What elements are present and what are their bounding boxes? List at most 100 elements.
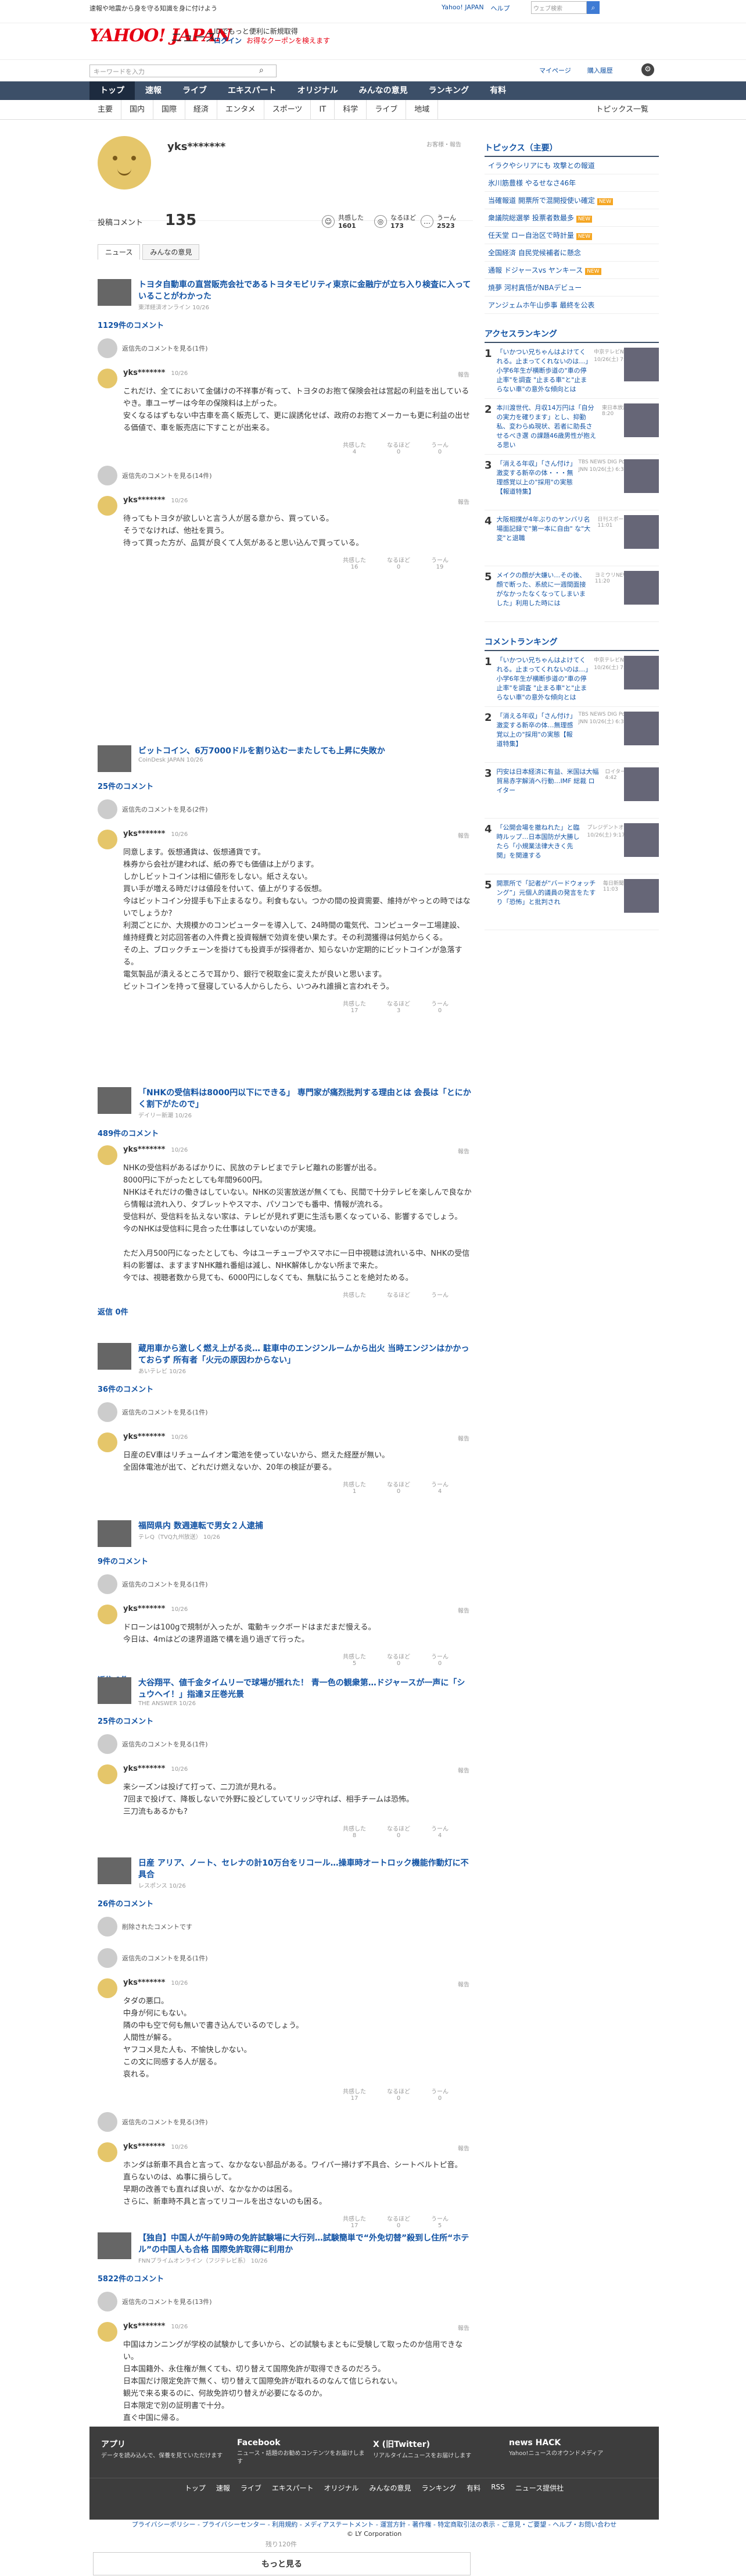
topic-title[interactable]: 氷川筋豊様 やるせなさ46年: [488, 179, 576, 187]
comment-author[interactable]: yks*******: [123, 2322, 165, 2331]
reply-parent-link[interactable]: 返信先のコメントを見る(2件): [122, 805, 208, 814]
rank-item[interactable]: 5 メイクの顔が大嫌い…その後、顔で断った、系統に一週間面接がなかったなくなってし…: [485, 566, 659, 622]
footer-app[interactable]: X (旧Twitter) リアルタイムニュースをお届けします: [373, 2438, 501, 2466]
reaction-button[interactable]: 共感した: [343, 1290, 366, 1299]
report-link[interactable]: 報告: [458, 2323, 469, 2332]
cnav-item[interactable]: 国際: [153, 100, 186, 119]
topic-item[interactable]: 衆議院総選挙 投票者数最多 NEW: [485, 209, 659, 227]
reaction-button[interactable]: うーん 4: [431, 1824, 449, 1839]
report-link[interactable]: 報告: [458, 1434, 469, 1442]
footer-app-name[interactable]: X (旧Twitter): [373, 2440, 430, 2449]
comment-author[interactable]: yks*******: [123, 1145, 165, 1154]
rank-thumbnail[interactable]: [624, 879, 659, 913]
rank-item[interactable]: 3 「消える年収」「さん付け」激変する新卒の体・・・無理感覚以上の"採用"の実態【…: [485, 455, 659, 510]
report-link[interactable]: 報告: [458, 1146, 469, 1155]
article-title[interactable]: 大谷翔平、値千金タイムリーで球場が揺れた！ 青一色の観衆第…ドジャースが一声に「…: [138, 1677, 472, 1700]
cnav-item[interactable]: 科学: [335, 100, 367, 119]
access-ranking-heading[interactable]: アクセスランキング: [485, 326, 659, 343]
topic-title[interactable]: 全国経済 自民党候補者に懸念: [488, 249, 581, 257]
reaction-button[interactable]: なるほど 0: [387, 2086, 410, 2102]
article-thumbnail[interactable]: [98, 279, 131, 306]
article[interactable]: トヨタ自動車の直営販売会社であるトヨタモビリティ東京に金融庁が立ち入り検査に入っ…: [94, 273, 475, 317]
gnav-item[interactable]: みんなの意見: [349, 81, 418, 100]
article-title[interactable]: 福岡県内 数週連転で男女２人逮捕: [138, 1520, 263, 1532]
reply-parent-link[interactable]: 返信先のコメントを見る(1件): [122, 344, 208, 353]
reaction-button[interactable]: 共感した 1: [343, 1480, 366, 1495]
rank-thumbnail[interactable]: [624, 348, 659, 381]
comment-author[interactable]: yks*******: [123, 369, 165, 377]
article-thumbnail[interactable]: [98, 2232, 131, 2259]
topic-title[interactable]: 衆議院総選挙 投票者数最多: [488, 214, 574, 222]
gnav-item[interactable]: オリジナル: [287, 81, 349, 100]
topic-item[interactable]: 氷川筋豊様 やるせなさ46年: [485, 174, 659, 192]
legal-links[interactable]: プライバシーポリシー - プライバシーセンター - 利用規約 - メディアステー…: [89, 2520, 659, 2529]
reply-parent-link[interactable]: 返信先のコメントを見る(1件): [122, 1739, 208, 1749]
reply-parent[interactable]: 返信先のコメントを見る(1件): [94, 1569, 475, 1600]
footer-nav-item[interactable]: オリジナル: [324, 2483, 359, 2493]
reply-parent-link[interactable]: 返信先のコメントを見る(1件): [122, 1580, 208, 1589]
topics-list-link[interactable]: トピックス一覧: [587, 100, 657, 120]
comment-count-link[interactable]: 9件のコメント: [94, 1553, 475, 1569]
reaction-button[interactable]: うーん: [431, 1290, 449, 1299]
report-link[interactable]: 報告: [458, 497, 469, 506]
cnav-item[interactable]: スポーツ: [264, 100, 311, 119]
comment-author[interactable]: yks*******: [123, 1978, 165, 1987]
article-thumbnail[interactable]: [98, 1677, 131, 1704]
comment-count-link[interactable]: 489件のコメント: [94, 1125, 475, 1141]
cnav-item[interactable]: IT: [311, 100, 335, 119]
topic-title[interactable]: 焼夢 河村真悟がNBAデビュー: [488, 284, 582, 292]
rank-item[interactable]: 1 「いかつい兄ちゃんはよけてくれる。止まってくれないのは…」小学6年生が横断歩道…: [485, 343, 659, 399]
reply-parent[interactable]: 返信先のコメントを見る(1件): [94, 1396, 475, 1428]
cnav-item[interactable]: 経済: [185, 100, 218, 119]
footer-app-name[interactable]: アプリ: [101, 2440, 125, 2449]
rank-thumbnail[interactable]: [624, 459, 659, 493]
reaction-button[interactable]: 共感した 17: [343, 2086, 366, 2102]
report-link[interactable]: 報告: [458, 1606, 469, 1614]
topic-item[interactable]: アンジェムホ午山歩事 最終を公表: [485, 296, 659, 314]
comment-author[interactable]: yks*******: [123, 496, 165, 505]
topic-item[interactable]: イラクやシリアにも 攻撃との報道: [485, 157, 659, 174]
reaction-button[interactable]: 共感した 17: [343, 999, 366, 1014]
gnav-item[interactable]: エキスパート: [217, 81, 287, 100]
mypage-link[interactable]: マイページ: [539, 66, 571, 75]
topic-title[interactable]: 通報 ドジャースvs ヤンキース: [488, 266, 583, 274]
reaction-button[interactable]: 共感した 4: [343, 440, 366, 455]
tab-opinions[interactable]: みんなの意見: [142, 244, 200, 260]
topic-item[interactable]: 焼夢 河村真悟がNBAデビュー: [485, 279, 659, 296]
rank-thumbnail[interactable]: [624, 656, 659, 689]
article-title[interactable]: トヨタ自動車の直営販売会社であるトヨタモビリティ東京に金融庁が立ち入り検査に入っ…: [138, 279, 472, 302]
article-title[interactable]: 【独自】中国人が午前9時の免許試験場に大行列…試験簡単で“外免切替”殺到し住所“…: [138, 2232, 472, 2256]
footer-app-name[interactable]: Facebook: [237, 2438, 281, 2448]
rank-thumbnail[interactable]: [624, 515, 659, 549]
topics-heading[interactable]: トピックス（主要）: [485, 140, 659, 157]
keyword-search-input[interactable]: キーワードを入力: [89, 65, 277, 77]
article-title[interactable]: 蔵用車から激しく燃え上がる炎… 駐車中のエンジンルームから出火 当時エンジンはか…: [138, 1343, 472, 1366]
rank-thumbnail[interactable]: [624, 403, 659, 437]
help-link[interactable]: ヘルプ: [491, 3, 510, 13]
rank-title[interactable]: 開票所で「記者が”バードウォッチング”」元個人的議員の発言をたすり「恐怖」と批判…: [497, 879, 598, 925]
article-thumbnail[interactable]: [98, 1857, 131, 1884]
rank-title[interactable]: メイクの顔が大嫌い…その後、顔で断った、系統に一週間面接がなかったなくなってしま…: [497, 571, 590, 617]
cnav-item[interactable]: 国内: [121, 100, 154, 119]
article[interactable]: 「NHKの受信料は8000円以下にできる」 専門家が痛烈批判する理由とは 会長は…: [94, 1081, 475, 1125]
topic-title[interactable]: 当確報道 開票所で混開授使い確定: [488, 196, 595, 205]
reply-parent[interactable]: 返信先のコメントを見る(1件): [94, 333, 475, 364]
rank-item[interactable]: 2 「消える年収」「さん付け」激変する新卒の体…無理感覚以上の"採用"の実態【報道…: [485, 707, 659, 763]
cnav-item[interactable]: エンタメ: [217, 100, 264, 119]
article-thumbnail[interactable]: [98, 1520, 131, 1547]
reaction-button[interactable]: うーん 19: [431, 555, 449, 570]
rank-title[interactable]: 「公開会場を撤ねれた」と臨時ルップ…日本国防が大勝したら「小規業法律大きく先関」…: [497, 823, 583, 869]
reply-parent[interactable]: 返信先のコメントを見る(13件): [94, 2286, 475, 2317]
rank-item[interactable]: 5 開票所で「記者が”バードウォッチング”」元個人的議員の発言をたすり「恐怖」と批…: [485, 874, 659, 930]
topic-item[interactable]: 通報 ドジャースvs ヤンキース NEW: [485, 262, 659, 279]
rank-item[interactable]: 3 円安は日本経済に有益、米国は大幅貿易赤字解消へ行動…IMF 総裁 ロイター ロイ…: [485, 763, 659, 819]
rank-title[interactable]: 「いかつい兄ちゃんはよけてくれる。止まってくれないのは…」小学6年生が横断歩道の…: [497, 348, 590, 394]
rank-title[interactable]: 円安は日本経済に有益、米国は大幅貿易赤字解消へ行動…IMF 総裁 ロイター: [497, 767, 601, 813]
reaction-button[interactable]: うーん 0: [431, 2086, 449, 2102]
comment-author[interactable]: yks*******: [123, 830, 165, 838]
gear-icon[interactable]: ⚙: [641, 63, 654, 76]
rank-thumbnail[interactable]: [624, 823, 659, 857]
reaction-button[interactable]: なるほど 0: [387, 1652, 410, 1667]
search-icon[interactable]: ⌕: [259, 66, 264, 75]
footer-app-name[interactable]: news HACK: [509, 2438, 561, 2448]
